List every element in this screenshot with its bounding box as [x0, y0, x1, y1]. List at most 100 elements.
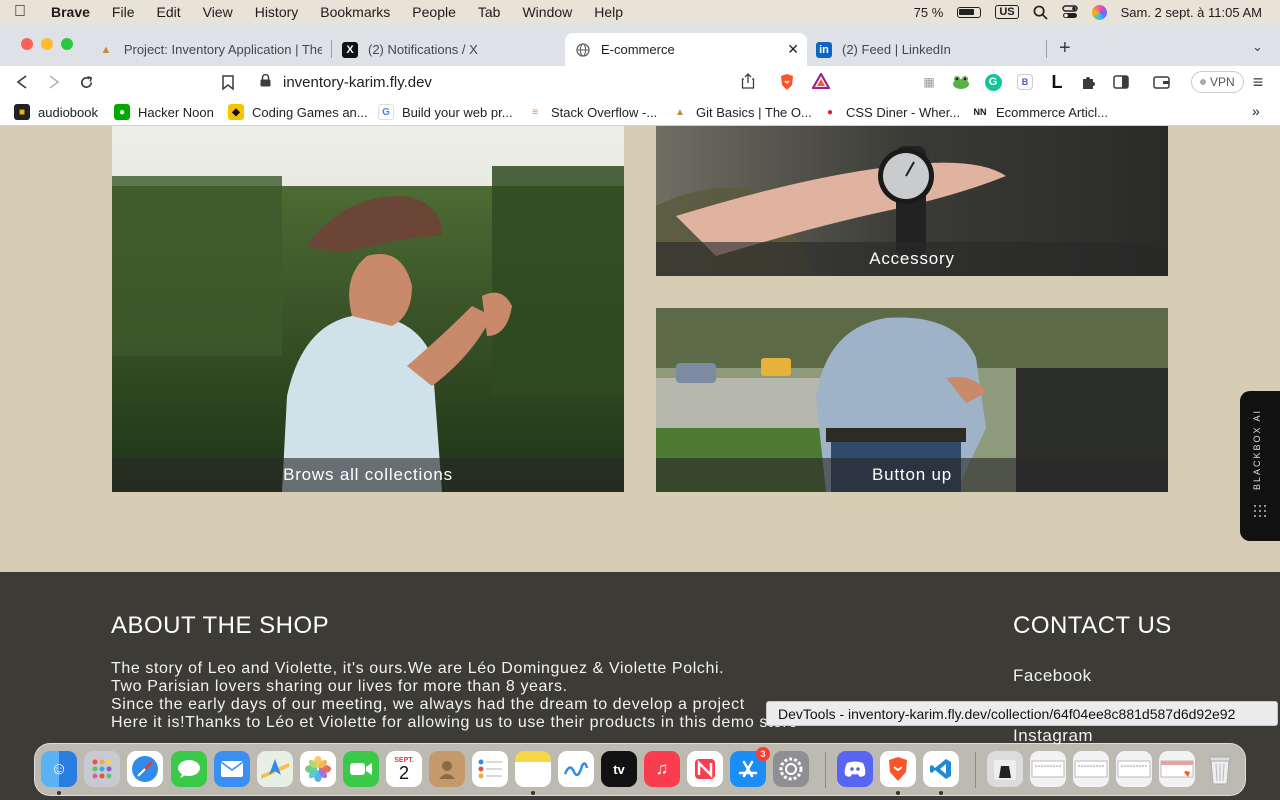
messages-icon[interactable]: [171, 751, 207, 787]
bookmark-stack-overflow[interactable]: ≡ Stack Overflow -...: [527, 104, 657, 120]
collection-caption[interactable]: Accessory: [656, 242, 1168, 276]
control-center-icon[interactable]: [1061, 5, 1078, 19]
menu-history[interactable]: History: [244, 4, 310, 20]
app-menu[interactable]: Brave: [40, 4, 101, 20]
minimize-window-button[interactable]: [41, 38, 53, 50]
facetime-icon[interactable]: [343, 751, 379, 787]
bookmark-audiobook[interactable]: ■ audiobook: [14, 104, 98, 120]
new-tab-plus-icon[interactable]: +: [1059, 37, 1071, 60]
menu-bookmarks[interactable]: Bookmarks: [309, 4, 401, 20]
maps-icon[interactable]: [257, 751, 293, 787]
bookmark-css-diner[interactable]: ● CSS Diner - Wher...: [822, 104, 960, 120]
music-icon[interactable]: ♫: [644, 751, 680, 787]
input-source[interactable]: US: [995, 5, 1019, 19]
freeform-icon[interactable]: [558, 751, 594, 787]
menu-window[interactable]: Window: [511, 4, 583, 20]
menu-help[interactable]: Help: [583, 4, 634, 20]
collection-card-all[interactable]: Brows all collections: [112, 126, 624, 492]
url-text[interactable]: inventory-karim.fly.dev: [283, 74, 432, 91]
tab-linkedin-feed[interactable]: in (2) Feed | LinkedIn: [806, 33, 1046, 66]
tab-notifications-x[interactable]: X (2) Notifications / X: [332, 33, 564, 66]
spotlight-search-icon[interactable]: [1033, 5, 1048, 20]
photos-icon[interactable]: [300, 751, 336, 787]
collection-card-button-up[interactable]: Button up: [656, 308, 1168, 492]
collection-caption[interactable]: Brows all collections: [112, 458, 624, 492]
address-bar[interactable]: inventory-karim.fly.dev: [246, 67, 840, 97]
downloads-folder-icon[interactable]: [987, 751, 1023, 787]
google-icon: G: [378, 104, 394, 120]
css-diner-icon: ●: [822, 104, 838, 120]
zoom-window-button[interactable]: [61, 38, 73, 50]
menu-tab[interactable]: Tab: [467, 4, 512, 20]
nn-icon: NN: [972, 104, 988, 120]
notes-icon[interactable]: [515, 751, 551, 787]
reminders-icon[interactable]: [472, 751, 508, 787]
safari-icon[interactable]: [127, 751, 163, 787]
siri-icon[interactable]: [1091, 4, 1107, 20]
dock-divider: [975, 752, 976, 788]
frog-extension-icon[interactable]: [949, 70, 973, 94]
close-window-button[interactable]: [21, 38, 33, 50]
tab-ecommerce[interactable]: E-commerce ✕: [565, 33, 807, 66]
apple-tv-icon[interactable]: tv: [601, 751, 637, 787]
sidebar-toggle-icon[interactable]: [1109, 70, 1133, 94]
battery-icon[interactable]: [957, 6, 982, 18]
brave-icon[interactable]: [880, 751, 916, 787]
minimized-window-icon[interactable]: [1116, 751, 1152, 787]
blackbox-label: BLACKBOX AI: [1252, 409, 1262, 491]
running-indicator: [57, 791, 61, 795]
brave-shields-icon[interactable]: [779, 73, 795, 95]
launchpad-icon[interactable]: [84, 751, 120, 787]
bookmarks-overflow-icon[interactable]: »: [1252, 103, 1260, 119]
menu-file[interactable]: File: [101, 4, 146, 20]
vpn-button[interactable]: VPN: [1191, 71, 1244, 93]
calendar-icon[interactable]: SEPT. 2: [386, 751, 422, 787]
bookmark-ecommerce-article[interactable]: NN Ecommerce Articl...: [972, 104, 1108, 120]
tab-search-chevron-icon[interactable]: ⌄: [1252, 39, 1263, 55]
discord-icon[interactable]: [837, 751, 873, 787]
battery-percent[interactable]: 75 %: [914, 5, 944, 20]
close-tab-icon[interactable]: ✕: [787, 41, 799, 58]
lock-icon[interactable]: [260, 73, 271, 91]
bookmark-icon[interactable]: [216, 70, 240, 94]
bookmark-git-basics[interactable]: ▲ Git Basics | The O...: [672, 104, 812, 120]
vscode-icon[interactable]: [923, 751, 959, 787]
running-indicator: [531, 791, 535, 795]
apple-menu-icon[interactable]: : [0, 3, 40, 21]
grammarly-icon[interactable]: G: [981, 70, 1005, 94]
forward-icon[interactable]: [42, 70, 66, 94]
web-page: Brows all collections Accessory Button u…: [0, 126, 1280, 800]
finder-icon[interactable]: ☺: [41, 751, 77, 787]
back-icon[interactable]: [10, 70, 34, 94]
share-icon[interactable]: [741, 73, 755, 93]
extension-grid-icon[interactable]: ▦: [917, 70, 941, 94]
minimized-window-icon[interactable]: [1030, 751, 1066, 787]
brave-rewards-icon[interactable]: [811, 71, 831, 93]
mail-icon[interactable]: [214, 751, 250, 787]
collection-card-accessory[interactable]: Accessory: [656, 126, 1168, 276]
minimized-brave-window-icon[interactable]: [1159, 751, 1195, 787]
extensions-puzzle-icon[interactable]: [1077, 70, 1101, 94]
facebook-link[interactable]: Facebook: [1013, 666, 1092, 686]
bookmark-build-web[interactable]: G Build your web pr...: [378, 104, 513, 120]
system-settings-icon[interactable]: [773, 751, 809, 787]
minimized-window-icon[interactable]: [1073, 751, 1109, 787]
menu-view[interactable]: View: [192, 4, 244, 20]
l-extension-icon[interactable]: L: [1045, 70, 1069, 94]
wallet-icon[interactable]: [1149, 70, 1173, 94]
collection-caption[interactable]: Button up: [656, 458, 1168, 492]
menu-edit[interactable]: Edit: [145, 4, 191, 20]
menu-people[interactable]: People: [401, 4, 467, 20]
blackbox-ai-widget[interactable]: BLACKBOX AI: [1240, 391, 1280, 541]
trash-icon[interactable]: [1202, 751, 1238, 787]
app-store-icon[interactable]: 3: [730, 747, 770, 787]
bookmark-coding-games[interactable]: ◆ Coding Games an...: [228, 104, 368, 120]
contacts-icon[interactable]: [429, 751, 465, 787]
menu-hamburger-icon[interactable]: ≡: [1246, 70, 1270, 94]
tab-project-inventory[interactable]: ▲ Project: Inventory Application | The: [88, 33, 332, 66]
reload-icon[interactable]: [74, 70, 98, 94]
news-icon[interactable]: [687, 751, 723, 787]
bookmark-hacker-noon[interactable]: ● Hacker Noon: [114, 104, 214, 120]
clock[interactable]: Sam. 2 sept. à 11:05 AM: [1121, 5, 1262, 20]
b-extension-icon[interactable]: B: [1013, 70, 1037, 94]
